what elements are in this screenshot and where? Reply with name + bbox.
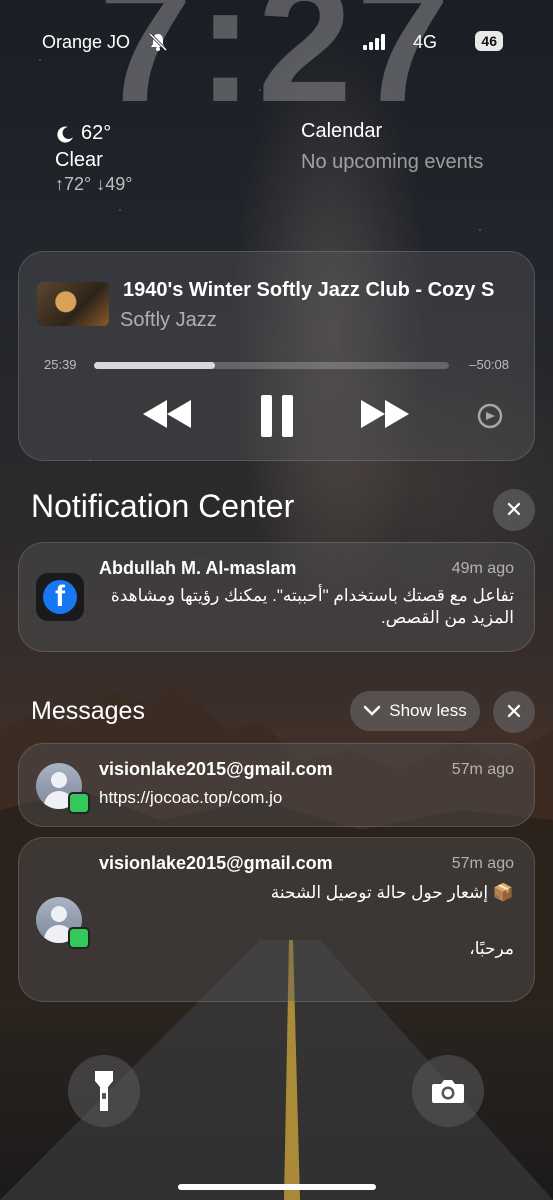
remaining-time: –50:08 bbox=[469, 357, 509, 372]
calendar-subtitle: No upcoming events bbox=[301, 151, 484, 173]
messages-app-badge bbox=[68, 792, 90, 814]
weather-range: ↑72° ↓49° bbox=[55, 174, 133, 194]
playback-scrubber[interactable] bbox=[94, 362, 449, 369]
status-bar: Orange JO 4G 46 bbox=[42, 30, 503, 54]
clear-notifications-button[interactable]: ✕ bbox=[493, 489, 535, 531]
message-time: 57m ago bbox=[451, 761, 514, 778]
flashlight-button[interactable] bbox=[68, 1055, 140, 1127]
calendar-title: Calendar bbox=[301, 120, 383, 142]
camera-icon bbox=[432, 1080, 464, 1103]
battery-indicator: 46 bbox=[475, 31, 503, 51]
close-icon: ✕ bbox=[504, 699, 524, 724]
signal-icon bbox=[363, 34, 385, 50]
weather-temperature: 62° bbox=[81, 122, 112, 144]
notification-sender: Abdullah M. Al-maslam bbox=[99, 558, 297, 578]
show-less-button[interactable]: Show less bbox=[350, 691, 480, 731]
home-indicator[interactable] bbox=[178, 1184, 376, 1190]
message-notification[interactable]: visionlake2015@gmail.com 57m ago https:/… bbox=[18, 743, 535, 827]
message-body: https://jocoac.top/com.jo bbox=[99, 788, 283, 807]
moon-icon bbox=[57, 126, 73, 143]
message-body-line: 📦 إشعار حول حالة توصيل الشحنة bbox=[270, 883, 514, 902]
pause-icon[interactable] bbox=[259, 395, 295, 437]
elapsed-time: 25:39 bbox=[44, 357, 77, 372]
message-sender: visionlake2015@gmail.com bbox=[99, 853, 333, 873]
lock-screen-clock: 7:27 bbox=[98, 0, 455, 138]
facebook-notification[interactable]: f Abdullah M. Al-maslam 49m ago تفاعل مع… bbox=[18, 542, 535, 652]
message-time: 57m ago bbox=[451, 855, 514, 872]
playback-progress-fill bbox=[94, 362, 215, 369]
message-notification[interactable]: visionlake2015@gmail.com 57m ago 📦 إشعار… bbox=[18, 837, 535, 1002]
notification-time: 49m ago bbox=[451, 560, 514, 577]
facebook-app-icon: f bbox=[36, 573, 84, 621]
message-sender: visionlake2015@gmail.com bbox=[99, 759, 333, 779]
carrier-name: Orange JO bbox=[42, 32, 131, 52]
chevron-down-icon bbox=[364, 705, 381, 716]
track-artist: Softly Jazz bbox=[120, 309, 217, 331]
calendar-widget[interactable]: Calendar No upcoming events bbox=[301, 120, 483, 174]
album-artwork bbox=[37, 282, 109, 326]
clear-messages-button[interactable]: ✕ bbox=[493, 691, 535, 733]
camera-button[interactable] bbox=[412, 1055, 484, 1127]
message-body-line: مرحبًا، bbox=[469, 939, 514, 958]
notification-body: تفاعل مع قصتك باستخدام "أحببته". يمكنك ر… bbox=[110, 586, 514, 628]
network-type: 4G bbox=[412, 32, 437, 52]
facebook-icon: f bbox=[43, 580, 77, 614]
weather-condition: Clear bbox=[55, 149, 103, 171]
show-less-label: Show less bbox=[389, 701, 467, 720]
close-icon: ✕ bbox=[504, 497, 524, 522]
fast-forward-icon[interactable] bbox=[359, 400, 409, 428]
now-playing-widget[interactable]: 1940's Winter Softly Jazz Club - Cozy S … bbox=[18, 251, 535, 461]
notification-center-title: Notification Center bbox=[31, 488, 295, 524]
flashlight-icon bbox=[95, 1071, 113, 1111]
airplay-icon[interactable] bbox=[476, 403, 504, 431]
messages-group-title: Messages bbox=[31, 697, 145, 725]
track-title: 1940's Winter Softly Jazz Club - Cozy S bbox=[123, 279, 495, 301]
weather-widget[interactable]: 62° Clear ↑72° ↓49° bbox=[55, 122, 132, 195]
messages-app-badge bbox=[68, 927, 90, 949]
rewind-icon[interactable] bbox=[143, 400, 193, 428]
bell-slash-icon bbox=[148, 32, 168, 52]
